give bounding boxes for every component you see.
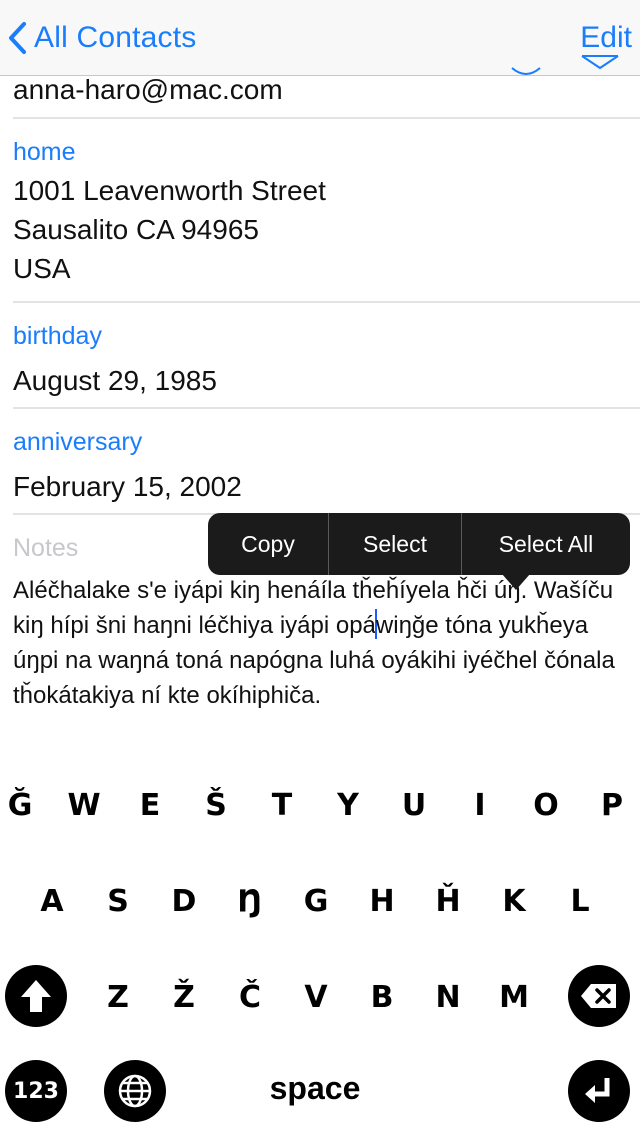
address-line-3: USA xyxy=(13,253,71,284)
email-row[interactable]: anna-haro@mac.com xyxy=(13,74,640,119)
key-n[interactable]: N xyxy=(418,980,478,1015)
delete-key[interactable] xyxy=(568,965,630,1027)
key-i[interactable]: I xyxy=(450,788,510,823)
key-v[interactable]: V xyxy=(286,980,346,1015)
delete-icon xyxy=(581,984,616,1008)
space-key[interactable]: space xyxy=(190,1070,440,1107)
back-button[interactable]: All Contacts xyxy=(0,14,196,62)
birthday-row[interactable]: birthday August 29, 1985 xyxy=(13,303,640,409)
key-u[interactable]: U xyxy=(384,788,444,823)
address-line-1: 1001 Leavenworth Street xyxy=(13,175,326,206)
return-icon xyxy=(585,1078,610,1103)
key-b[interactable]: B xyxy=(352,980,412,1015)
key-p[interactable]: P xyxy=(582,788,640,823)
address-label: home xyxy=(13,138,76,166)
key-h-caron[interactable]: Ȟ xyxy=(418,884,478,919)
navigation-bar: All Contacts Edit xyxy=(0,0,640,76)
select-all-menu-item[interactable]: Select All xyxy=(462,513,630,575)
key-s-caron[interactable]: Š xyxy=(186,788,246,823)
key-y[interactable]: Y xyxy=(318,788,378,823)
chevron-left-icon xyxy=(0,14,34,62)
message-icon[interactable] xyxy=(508,46,544,76)
key-g[interactable]: G xyxy=(286,884,346,919)
key-z-caron[interactable]: Ž xyxy=(154,980,214,1015)
key-m[interactable]: M xyxy=(484,980,544,1015)
anniversary-label: anniversary xyxy=(13,428,143,456)
copy-menu-item[interactable]: Copy xyxy=(208,513,328,575)
shift-icon xyxy=(21,980,51,1012)
shift-key[interactable] xyxy=(5,965,67,1027)
edit-menu: Copy Select Select All xyxy=(208,513,630,575)
key-t[interactable]: T xyxy=(252,788,312,823)
birthday-value: August 29, 1985 xyxy=(13,365,217,396)
edit-button[interactable]: Edit xyxy=(580,14,632,62)
keyboard: Ğ W E Š T Y U I O P A S D Ŋ G H Ȟ K L Z … xyxy=(0,760,640,1136)
key-e[interactable]: E xyxy=(120,788,180,823)
anniversary-value: February 15, 2002 xyxy=(13,471,242,502)
key-l[interactable]: L xyxy=(550,884,610,919)
key-k[interactable]: K xyxy=(484,884,544,919)
contact-details: anna-haro@mac.com home 1001 Leavenworth … xyxy=(0,74,640,713)
key-eng[interactable]: Ŋ xyxy=(220,884,280,919)
key-c-caron[interactable]: Č xyxy=(220,980,280,1015)
key-d[interactable]: D xyxy=(154,884,214,919)
key-g-breve[interactable]: Ğ xyxy=(0,788,50,823)
key-h[interactable]: H xyxy=(352,884,412,919)
globe-icon xyxy=(118,1074,152,1108)
birthday-label: birthday xyxy=(13,322,102,350)
notes-text-field[interactable]: Aléčhalake s'e iyápi kiŋ henáíla tȟeȟíye… xyxy=(13,573,633,713)
key-z[interactable]: Z xyxy=(88,980,148,1015)
select-menu-item[interactable]: Select xyxy=(329,513,461,575)
key-s[interactable]: S xyxy=(88,884,148,919)
numbers-key[interactable]: 123 xyxy=(5,1060,67,1122)
globe-key[interactable] xyxy=(104,1060,166,1122)
anniversary-row[interactable]: anniversary February 15, 2002 xyxy=(13,409,640,515)
address-row[interactable]: home 1001 Leavenworth Street Sausalito C… xyxy=(13,119,640,303)
menu-pointer xyxy=(502,574,530,590)
address-line-2: Sausalito CA 94965 xyxy=(13,214,259,245)
key-o[interactable]: O xyxy=(516,788,576,823)
back-button-label: All Contacts xyxy=(34,21,197,54)
return-key[interactable] xyxy=(568,1060,630,1122)
key-w[interactable]: W xyxy=(54,788,114,823)
key-a[interactable]: A xyxy=(22,884,82,919)
